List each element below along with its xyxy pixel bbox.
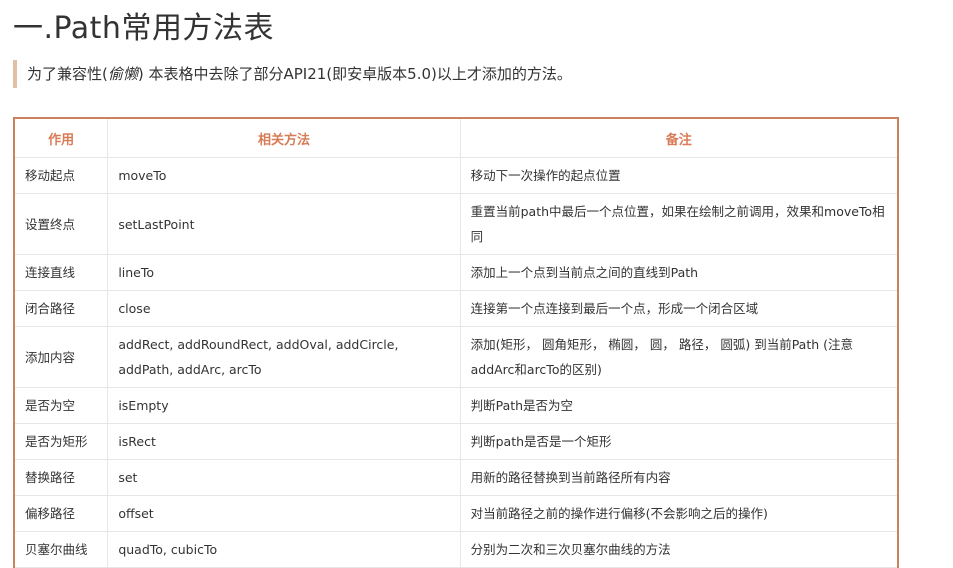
header-remark: 备注 [459,117,899,158]
cell-method: offset [107,495,461,532]
cell-remark: 重置当前path中最后一个点位置，如果在绘制之前调用，效果和moveTo相同 [459,193,899,255]
table-row: 贝塞尔曲线 quadTo, cubicTo 分别为二次和三次贝塞尔曲线的方法 [13,531,899,568]
cell-method: addRect, addRoundRect, addOval, addCircl… [107,326,461,388]
cell-remark: 添加上一个点到当前点之间的直线到Path [459,254,899,291]
table-row: 替换路径 set 用新的路径替换到当前路径所有内容 [13,459,899,496]
cell-remark: 移动下一次操作的起点位置 [459,157,899,194]
note-text-after: ) 本表格中去除了部分API21(即安卓版本5.0)以上才添加的方法。 [137,65,572,83]
cell-method: quadTo, cubicTo [107,531,461,568]
table-row: 偏移路径 offset 对当前路径之前的操作进行偏移(不会影响之后的操作) [13,495,899,532]
table-row: 是否为空 isEmpty 判断Path是否为空 [13,387,899,424]
path-methods-table: 作用 相关方法 备注 移动起点 moveTo 移动下一次操作的起点位置 设置终点… [13,117,899,568]
cell-method: isEmpty [107,387,461,424]
page: 一.Path常用方法表 为了兼容性(偷懒) 本表格中去除了部分API21(即安卓… [0,0,953,568]
note-text-italic: 偷懒 [107,65,138,83]
cell-action: 是否为矩形 [13,423,109,460]
cell-action: 贝塞尔曲线 [13,531,109,568]
cell-action: 移动起点 [13,157,109,194]
cell-remark: 判断Path是否为空 [459,387,899,424]
header-action: 作用 [13,117,109,158]
table-row: 连接直线 lineTo 添加上一个点到当前点之间的直线到Path [13,254,899,291]
table-row: 设置终点 setLastPoint 重置当前path中最后一个点位置，如果在绘制… [13,193,899,255]
cell-method: close [107,290,461,327]
cell-action: 添加内容 [13,326,109,388]
cell-action: 连接直线 [13,254,109,291]
cell-action: 偏移路径 [13,495,109,532]
cell-action: 是否为空 [13,387,109,424]
cell-method: lineTo [107,254,461,291]
cell-action: 设置终点 [13,193,109,255]
header-method: 相关方法 [107,117,461,158]
note-blockquote: 为了兼容性(偷懒) 本表格中去除了部分API21(即安卓版本5.0)以上才添加的… [13,60,873,88]
table-row: 闭合路径 close 连接第一个点连接到最后一个点，形成一个闭合区域 [13,290,899,327]
cell-remark: 添加(矩形， 圆角矩形， 椭圆， 圆， 路径， 圆弧) 到当前Path (注意a… [459,326,899,388]
table-row: 是否为矩形 isRect 判断path是否是一个矩形 [13,423,899,460]
table-row: 添加内容 addRect, addRoundRect, addOval, add… [13,326,899,388]
cell-remark: 判断path是否是一个矩形 [459,423,899,460]
page-title: 一.Path常用方法表 [13,11,274,46]
cell-remark: 连接第一个点连接到最后一个点，形成一个闭合区域 [459,290,899,327]
table-header-row: 作用 相关方法 备注 [13,117,899,158]
cell-remark: 分别为二次和三次贝塞尔曲线的方法 [459,531,899,568]
table-row: 移动起点 moveTo 移动下一次操作的起点位置 [13,157,899,194]
note-text-before: 为了兼容性( [27,65,108,83]
cell-method: isRect [107,423,461,460]
cell-remark: 对当前路径之前的操作进行偏移(不会影响之后的操作) [459,495,899,532]
cell-method: moveTo [107,157,461,194]
cell-action: 替换路径 [13,459,109,496]
cell-method: set [107,459,461,496]
cell-action: 闭合路径 [13,290,109,327]
cell-method: setLastPoint [107,193,461,255]
cell-remark: 用新的路径替换到当前路径所有内容 [459,459,899,496]
